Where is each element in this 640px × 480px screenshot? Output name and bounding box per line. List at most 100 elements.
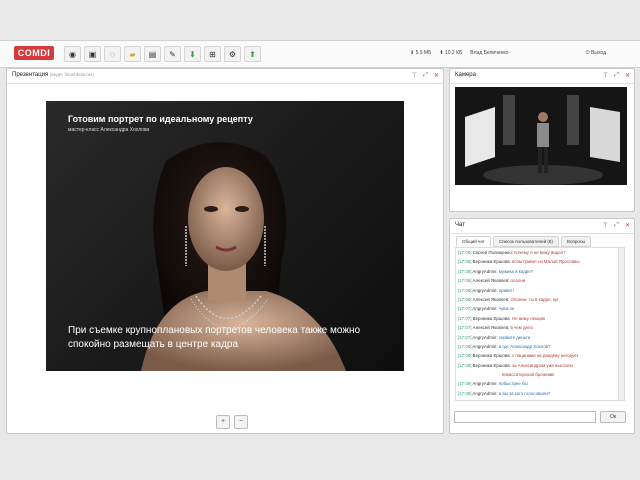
message-author: Сергей Полищенко: bbox=[472, 250, 513, 255]
message-time: [17:06] bbox=[458, 268, 472, 274]
zoom-out-button[interactable]: − bbox=[234, 415, 248, 429]
camera-video[interactable] bbox=[455, 87, 627, 185]
message-time: [17:07] bbox=[458, 334, 472, 340]
share-icon[interactable]: ⊞ bbox=[204, 46, 221, 62]
message-text: почему я не вижу видео? bbox=[514, 250, 566, 255]
top-toolbar: COMDI ◉ ▣ ◌ ▰ ▤ ✎ ⬇ ⊞ ⚙ ⬆ ⬇ 5.9 МБ ⬆ 10.… bbox=[0, 40, 640, 68]
tab-questions[interactable]: Вопросы bbox=[560, 236, 592, 247]
logout-button[interactable]: ⏻ Выход bbox=[586, 50, 606, 56]
download-icon[interactable]: ⬇ bbox=[184, 46, 201, 62]
chat-message: [17:09] Вероника Ершова: за Александром … bbox=[456, 361, 624, 370]
message-author: Алексей Яковлев: bbox=[472, 325, 510, 331]
presentation-header: Презентация (ведет fotoshkola.net) ⊤ ⤢ ✕ bbox=[7, 69, 443, 84]
traffic-up: ⬆ 10.2 КБ bbox=[439, 50, 463, 56]
tab-user-list[interactable]: Список пользователей (8) bbox=[492, 236, 559, 247]
document-icon[interactable]: ▤ bbox=[144, 46, 161, 62]
message-list: [17:05] Сергей Полищенко: почему я не ви… bbox=[456, 248, 624, 401]
chat-message: [17:09] AngryAdmin: а вы за кого голосов… bbox=[456, 389, 624, 398]
pin-icon[interactable]: ⊤ bbox=[603, 222, 608, 229]
message-author: AngryAdmin: bbox=[472, 381, 498, 387]
message-text: Олонин, ты в кадре, ку! bbox=[510, 296, 559, 302]
folder-icon[interactable]: ▰ bbox=[124, 46, 141, 62]
upload-icon[interactable]: ⬆ bbox=[244, 46, 261, 62]
close-icon[interactable]: ✕ bbox=[434, 72, 439, 79]
message-time: [17:07] bbox=[458, 315, 472, 321]
pin-icon[interactable]: ⊤ bbox=[412, 72, 417, 79]
message-time: [17:08] bbox=[458, 353, 472, 359]
message-author: Алексей Яковлев: bbox=[472, 278, 510, 284]
presentation-slide: Готовим портрет по идеальному рецепту ма… bbox=[46, 101, 404, 371]
camera-title: Камера bbox=[455, 72, 476, 78]
chat-message: [17:06] Алексей Яковлев: олоони bbox=[456, 276, 624, 285]
zoom-controls: + − bbox=[216, 415, 248, 429]
chat-message: [17:06] AngryAdmin: привет! bbox=[456, 286, 624, 295]
pin-icon[interactable]: ⊤ bbox=[603, 72, 608, 79]
message-author: Вероника Ершова: bbox=[472, 259, 511, 265]
chat-message: [17:06] Алексей Яковлев: Олонин, ты в ка… bbox=[456, 295, 624, 304]
message-text: мужика в кадре? bbox=[498, 268, 534, 274]
logout-label: Выход bbox=[591, 50, 606, 56]
maximize-icon[interactable]: ⤢ bbox=[614, 222, 619, 229]
chat-input[interactable] bbox=[454, 411, 596, 423]
message-author: AngryAdmin: bbox=[472, 306, 498, 312]
chat-message: [17:05] Сергей Полищенко: почему я не ви… bbox=[456, 248, 624, 257]
maximize-icon[interactable]: ⤢ bbox=[423, 72, 428, 79]
chat-title: Чат bbox=[455, 222, 465, 228]
message-text: с пацанами на рандеву негодует bbox=[512, 353, 579, 359]
chat-message: [17:07] AngryAdmin: сервите деньги bbox=[456, 333, 624, 342]
message-author: Алексей Яковлев: bbox=[472, 296, 510, 302]
slide-title: Готовим портрет по идеальному рецепту bbox=[68, 114, 253, 124]
zoom-in-button[interactable]: + bbox=[216, 415, 230, 429]
message-author: Вероника Ершова: bbox=[473, 400, 511, 401]
message-time: [17:06] bbox=[458, 296, 472, 302]
chat-panel: Чат ⊤ ⤢ ✕ Общий чат Список пользователей… bbox=[449, 218, 635, 434]
presentation-title: Презентация (ведет fotoshkola.net) bbox=[12, 72, 94, 78]
message-text: Админ провоцирует bbox=[512, 400, 552, 401]
close-icon[interactable]: ✕ bbox=[625, 72, 630, 79]
toolbar-icons: ◉ ▣ ◌ ▰ ▤ ✎ ⬇ ⊞ ⚙ ⬆ bbox=[64, 46, 261, 62]
traffic-down: ⬇ 5.9 МБ bbox=[410, 50, 432, 56]
message-text: чува-ок bbox=[498, 306, 514, 312]
chat-header: Чат ⊤ ⤢ ✕ bbox=[450, 219, 634, 234]
presentation-subtitle: (ведет fotoshkola.net) bbox=[49, 72, 94, 77]
message-author: AngryAdmin: bbox=[472, 287, 498, 293]
message-time: [17:09] bbox=[458, 400, 471, 401]
notes-icon[interactable]: ✎ bbox=[164, 46, 181, 62]
camera-header: Камера ⊤ ⤢ ✕ bbox=[450, 69, 634, 84]
chat-message: [17:09] Вероника Ершова: Админ провоциру… bbox=[456, 398, 624, 401]
comdi-logo: COMDI bbox=[14, 46, 54, 60]
message-author: Вероника Ершова: bbox=[472, 353, 511, 359]
message-author: AngryAdmin: bbox=[472, 268, 498, 274]
camera-panel: Камера ⊤ ⤢ ✕ bbox=[449, 68, 635, 212]
chat-message: [17:07] Вероника Ершова: Не вижу лекцию bbox=[456, 314, 624, 323]
message-text: а вы за кого голосовали? bbox=[498, 390, 551, 396]
webcam-icon[interactable]: ◉ bbox=[64, 46, 81, 62]
message-text: сервите деньги bbox=[498, 334, 531, 340]
settings-icon[interactable]: ⚙ bbox=[224, 46, 241, 62]
message-time: [17:05] bbox=[458, 250, 472, 255]
chat-message: [17:09] AngryAdmin: побыстрее бы bbox=[456, 379, 624, 388]
message-text: побыстрее бы bbox=[498, 381, 528, 387]
send-button[interactable]: Ок bbox=[600, 411, 626, 423]
message-text: а где Александр Хохлов? bbox=[498, 343, 551, 349]
message-time: [17:09] bbox=[458, 362, 472, 368]
message-time: [17:07] bbox=[458, 306, 472, 312]
message-author: AngryAdmin: bbox=[472, 390, 498, 396]
message-text: привет! bbox=[498, 287, 514, 293]
chat-icon[interactable]: ◌ bbox=[104, 46, 121, 62]
tab-general-chat[interactable]: Общий чат bbox=[456, 236, 491, 247]
presentation-panel: Презентация (ведет fotoshkola.net) ⊤ ⤢ ✕ bbox=[6, 68, 444, 434]
close-icon[interactable]: ✕ bbox=[625, 222, 630, 229]
chat-message: инкассаторской броневик bbox=[456, 370, 624, 379]
chat-message: [17:08] Вероника Ершова: с пацанами на р… bbox=[456, 351, 624, 360]
message-text: олоони bbox=[510, 278, 526, 284]
chat-scrollbar[interactable] bbox=[618, 248, 624, 400]
maximize-icon[interactable]: ⤢ bbox=[614, 72, 619, 79]
message-time: [17:07] bbox=[458, 325, 472, 331]
chat-message: [17:05] Вероника Ершова: всем привет из … bbox=[456, 257, 624, 266]
chat-message: [17:08] AngryAdmin: а где Александр Хохл… bbox=[456, 342, 624, 351]
camera-frame-image bbox=[455, 87, 627, 185]
message-author: AngryAdmin: bbox=[472, 343, 498, 349]
message-time: [17:09] bbox=[458, 390, 472, 396]
presentation-icon[interactable]: ▣ bbox=[84, 46, 101, 62]
